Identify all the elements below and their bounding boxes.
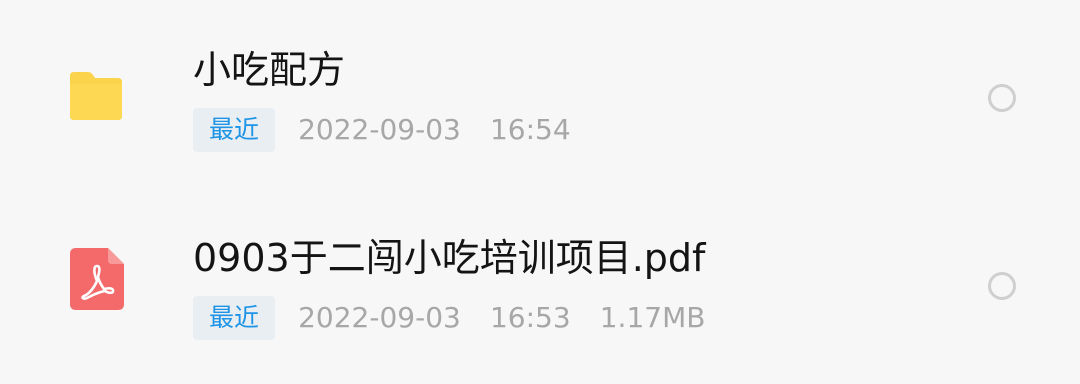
file-time: 16:53: [489, 301, 571, 334]
file-date: 2022-09-03: [298, 113, 461, 146]
file-list-item[interactable]: 0903于二闯小吃培训项目.pdf 最近 2022-09-03 16:53 1.…: [0, 200, 1080, 370]
file-time: 16:54: [489, 113, 571, 146]
file-name: 小吃配方: [193, 48, 346, 92]
file-name: 0903于二闯小吃培训项目.pdf: [193, 236, 706, 280]
pdf-icon: [70, 248, 124, 310]
recent-badge: 最近: [193, 108, 276, 152]
file-list: 小吃配方 最近 2022-09-03 16:54 0903于二闯小吃培训项目.p…: [0, 0, 1080, 384]
select-radio[interactable]: [988, 84, 1016, 112]
file-list-item[interactable]: 小吃配方 最近 2022-09-03 16:54: [0, 12, 1080, 182]
file-date: 2022-09-03: [298, 301, 461, 334]
select-radio[interactable]: [988, 272, 1016, 300]
file-size: 1.17MB: [599, 301, 706, 334]
recent-badge: 最近: [193, 296, 276, 340]
file-meta: 最近 2022-09-03 16:53 1.17MB: [193, 296, 729, 340]
folder-icon: [70, 72, 122, 120]
file-meta: 最近 2022-09-03 16:54: [193, 108, 595, 152]
